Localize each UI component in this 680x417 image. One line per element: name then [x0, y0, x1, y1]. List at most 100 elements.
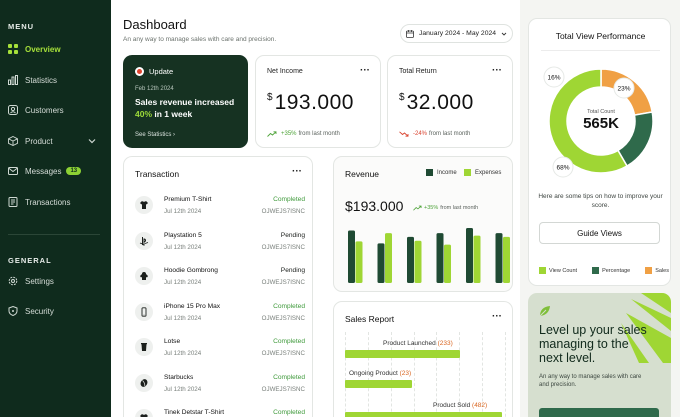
transaction-name: Lotse — [164, 338, 181, 345]
transaction-date: Jul 12th 2024 — [164, 314, 202, 322]
trend-down-icon — [399, 131, 409, 137]
sales-item-name: Product Launched — [383, 340, 436, 347]
legend-sales-label: Sales — [655, 267, 669, 274]
sales-item-label: Product Sold (482) — [433, 402, 487, 409]
promo-subtitle: An any way to manage sales with care and… — [539, 374, 642, 388]
sidebar-item-transactions[interactable]: Transactions — [8, 193, 104, 211]
transaction-row[interactable]: iPhone 15 Pro Max Jul 12th 2024 Completed O… — [135, 301, 305, 327]
transaction-row[interactable]: Starbucks Jul 12th 2024 Completed OJWEJS7IS… — [135, 372, 305, 398]
transaction-code: OJWEJS7ISNC — [261, 350, 305, 357]
update-card: Update Feb 12th 2024 Sales revenue incre… — [123, 55, 248, 148]
transaction-row[interactable]: Premium T-Shirt Jul 12th 2024 Completed OJW… — [135, 194, 305, 220]
donut-total-value: 565K — [583, 115, 619, 132]
sidebar-item-messages[interactable]: Messages 13 — [8, 162, 104, 180]
chevron-right-icon: › — [173, 132, 176, 138]
transaction-card: Transaction ··· Premium T-Shirt Jul 12th … — [123, 156, 313, 417]
sidebar-item-settings[interactable]: Settings — [8, 272, 104, 290]
sales-report-chart: Product Launched (233) Ongoing Product (2… — [345, 332, 506, 417]
sidebar-divider — [8, 234, 100, 235]
grid-line — [505, 332, 506, 417]
revenue-title: Revenue — [345, 169, 380, 179]
transaction-row[interactable]: Hoodie Gombrong Jul 12th 2024 Pending OJWEJ… — [135, 265, 305, 291]
sidebar-item-label: Security — [25, 306, 54, 316]
divider — [541, 50, 660, 51]
transaction-row[interactable]: Playstation 5 Jul 12th 2024 Pending OJWEJS7… — [135, 230, 305, 256]
date-range-picker[interactable]: January 2024 - May 2024 — [400, 24, 513, 43]
performance-legend: View Count Percentage Sales — [539, 267, 669, 274]
trend-up-icon — [413, 205, 422, 211]
sidebar-item-label: Overview — [25, 44, 61, 54]
transaction-code: OJWEJS7ISNC — [261, 385, 305, 393]
net-income-card: Net Income ··· $193.000 +35% from last mo… — [255, 55, 381, 148]
revenue-card: Revenue Income Expenses $193.000 +35% fro… — [333, 156, 513, 292]
bar-income — [436, 233, 444, 283]
bar-expenses — [414, 240, 422, 283]
legend-income-label: Income — [437, 169, 457, 176]
shield-icon — [8, 306, 18, 316]
sidebar-item-label: Customers — [25, 105, 64, 115]
sidebar-item-overview[interactable]: Overview — [8, 40, 104, 58]
transaction-status: Completed — [273, 196, 305, 203]
bar-income — [377, 243, 385, 283]
sidebar-item-security[interactable]: Security — [8, 302, 104, 320]
promo-card: Level up your sales managing to the next… — [528, 293, 671, 417]
percent-bubble-label: 16% — [547, 75, 560, 82]
chevron-down-icon[interactable] — [88, 137, 96, 145]
receipt-icon — [8, 197, 18, 207]
grid-line — [345, 332, 346, 417]
menu-heading: MENU — [8, 22, 35, 31]
sales-item-name: Product Sold — [433, 402, 471, 409]
revenue-change-text: from last month — [440, 205, 479, 211]
update-label: Update — [149, 67, 174, 76]
percent-bubble-label: 23% — [617, 86, 630, 93]
sales-report-title: Sales Report — [345, 314, 395, 324]
total-return-card: Total Return ··· $32.000 -24% from last m… — [387, 55, 513, 148]
transaction-status: Completed — [273, 338, 305, 345]
net-income-change: +35% — [281, 131, 297, 137]
message-icon — [8, 166, 18, 176]
transaction-code: OJWEJS7ISNC — [261, 208, 305, 215]
guide-views-button[interactable]: Guide Views — [539, 222, 660, 244]
transaction-status: Completed — [273, 373, 305, 381]
gear-icon — [8, 276, 18, 286]
sidebar-item-statistics[interactable]: Statistics — [8, 71, 104, 89]
total-return-change: -24% — [413, 131, 428, 137]
bar-expenses — [355, 241, 363, 283]
legend-sales: Sales — [645, 267, 669, 274]
sidebar-item-product[interactable]: Product — [8, 132, 104, 150]
phone-icon — [135, 302, 153, 321]
promo-button[interactable] — [539, 408, 659, 417]
transaction-date: Jul 12th 2024 — [164, 279, 202, 286]
messages-badge: 13 — [66, 167, 82, 175]
sidebar-item-customers[interactable]: Customers — [8, 101, 104, 119]
more-options-icon[interactable]: ··· — [492, 65, 502, 76]
sales-item-name: Ongoing Product — [349, 370, 398, 377]
bar-expenses — [473, 235, 481, 283]
performance-tips: Here are some tips on how to improve you… — [538, 193, 663, 209]
bar-income — [495, 233, 503, 283]
transaction-date: Jul 12th 2024 — [164, 350, 202, 357]
transaction-row[interactable]: Tinek Detstar T-ShirtJul 12th 2024Comple… — [135, 407, 305, 417]
more-options-icon[interactable]: ··· — [360, 65, 370, 76]
more-options-icon[interactable]: ··· — [292, 166, 302, 177]
transaction-status: Completed — [273, 409, 305, 416]
transaction-date: Jul 12th 2024 — [164, 243, 202, 251]
chevron-down-icon — [501, 32, 507, 36]
more-options-icon[interactable]: ··· — [492, 311, 502, 322]
transaction-row[interactable]: Lotse Jul 12th 2024 Completed OJWEJS7ISNC — [135, 336, 305, 362]
bar-income — [407, 236, 414, 283]
revenue-value: $193.000 — [345, 198, 404, 214]
see-statistics-link[interactable]: See Statistics › — [135, 132, 175, 138]
transaction-name: Premium T-Shirt — [164, 196, 212, 203]
tshirt-icon — [135, 196, 153, 214]
transaction-code: OJWEJS7ISNC — [261, 279, 305, 286]
revenue-change: +35% — [424, 205, 439, 211]
transaction-name: Playstation 5 — [164, 231, 202, 239]
revenue-bar-chart — [348, 227, 510, 283]
sales-bar — [345, 380, 413, 388]
see-statistics-label: See Statistics — [135, 132, 172, 138]
bar-expenses — [385, 233, 392, 283]
legend-expenses: Expenses — [464, 169, 501, 176]
legend-percentage-label: Percentage — [602, 267, 631, 274]
sidebar: MENU Overview Statistics Customers Produ… — [0, 0, 111, 417]
